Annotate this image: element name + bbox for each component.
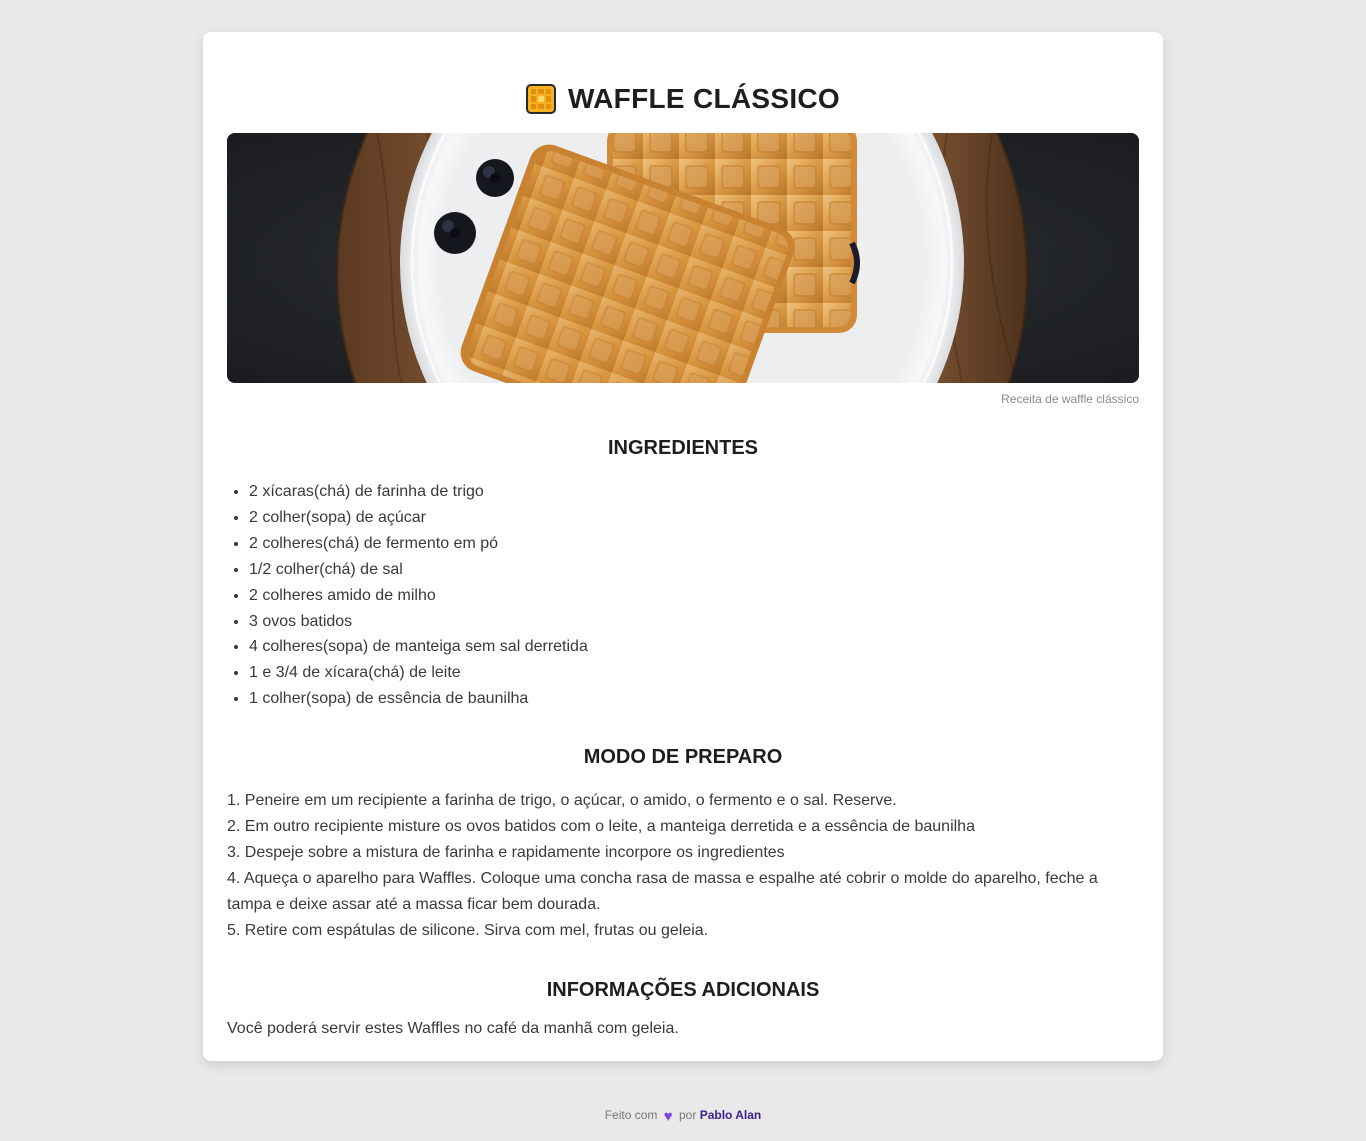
additional-info-heading: INFORMAÇÕES ADICIONAIS <box>546 978 820 1001</box>
recipe-card: WAFFLE CLÁSSICO Receita de waffle clássi… <box>203 32 1163 1061</box>
preparation-step: 1. Peneire em um recipiente a farinha de… <box>227 792 897 810</box>
ingredient-item: 2 colheres amido de milho <box>249 583 1139 609</box>
recipe-image <box>227 133 1139 383</box>
ingredient-item: 3 ovos batidos <box>249 609 1139 635</box>
preparation-step: 3. Despeje sobre a mistura de farinha e … <box>227 843 785 861</box>
preparation-step: 2. Em outro recipiente misture os ovos b… <box>227 818 975 836</box>
waffle-icon <box>525 84 556 114</box>
preparation-step: 4. Aqueça o aparelho para Waffles. Coloq… <box>227 869 1098 913</box>
ingredient-item: 1 e 3/4 de xícara(chá) de leite <box>249 660 1139 686</box>
page-title: WAFFLE CLÁSSICO <box>567 83 841 114</box>
ingredient-item: 2 colheres(chá) de fermento em pó <box>249 531 1139 557</box>
author-link[interactable]: Pablo Alan <box>700 1108 762 1122</box>
title-row: WAFFLE CLÁSSICO <box>227 68 1139 130</box>
image-caption: Receita de waffle clássico <box>1001 392 1139 406</box>
ingredient-item: 1/2 colher(chá) de sal <box>249 557 1139 583</box>
purple-heart-icon: ♥ <box>663 1108 673 1125</box>
ingredients-list: 2 xícaras(chá) de farinha de trigo 2 col… <box>227 479 1139 712</box>
ingredient-item: 4 colheres(sopa) de manteiga sem sal der… <box>249 634 1139 660</box>
additional-info-text: Você poderá servir estes Waffles no café… <box>227 1019 679 1037</box>
footer-made-with: Feito com <box>604 1108 658 1122</box>
footer-by: por <box>679 1108 697 1122</box>
ingredients-heading: INGREDIENTES <box>607 437 759 459</box>
preparation-steps: 1. Peneire em um recipiente a farinha de… <box>227 788 1139 943</box>
preparation-step: 5. Retire com espátulas de silicone. Sir… <box>227 921 709 939</box>
page-footer: Feito com ♥ por Pablo Alan <box>0 1108 1366 1125</box>
ingredient-item: 1 colher(sopa) de essência de baunilha <box>249 686 1139 712</box>
preparation-heading: MODO DE PREPARO <box>583 746 783 769</box>
ingredient-item: 2 colher(sopa) de açúcar <box>249 505 1139 531</box>
ingredient-item: 2 xícaras(chá) de farinha de trigo <box>249 479 1139 505</box>
